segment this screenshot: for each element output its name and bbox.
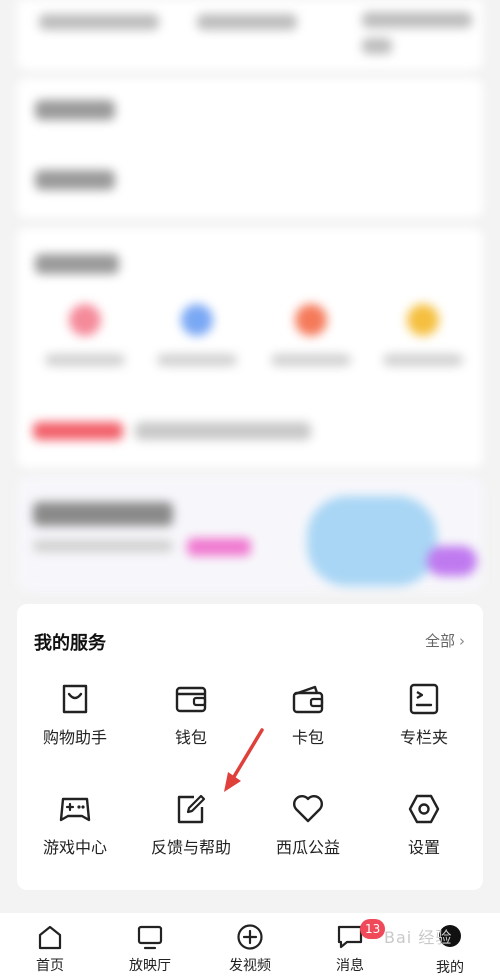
promo-banner <box>17 476 483 592</box>
services-grid: 购物助手 钱包 卡包 专栏夹 游戏中心 反馈与帮助 西瓜公益 设置 <box>17 682 483 892</box>
nav-label: 首页 <box>36 958 64 974</box>
tv-icon <box>137 925 163 950</box>
home-icon <box>38 925 62 950</box>
service-label: 反馈与帮助 <box>150 838 231 857</box>
card-holder-icon <box>292 685 324 714</box>
my-services-card: 我的服务 全部 › 购物助手 钱包 卡包 专栏夹 游戏中心 反馈与帮助 西瓜公益… <box>17 604 483 890</box>
nav-cinema[interactable]: 放映厅 <box>100 913 200 979</box>
menu-rows-card <box>17 78 483 218</box>
wallet-icon <box>175 686 207 713</box>
message-count-badge: 13 <box>360 919 386 939</box>
service-label: 设置 <box>407 838 440 857</box>
service-label: 西瓜公益 <box>275 838 340 857</box>
creator-card <box>17 228 483 468</box>
gamepad-icon <box>59 797 91 822</box>
settings-hexagon-icon <box>408 794 440 824</box>
service-label: 钱包 <box>174 728 207 747</box>
nav-label: 我的 <box>436 960 464 976</box>
service-label: 专栏夹 <box>399 728 448 747</box>
chevron-right-icon: › <box>459 632 465 650</box>
feedback-edit-icon <box>177 794 206 824</box>
services-all-label: 全部 <box>424 632 455 650</box>
stats-card <box>17 0 483 70</box>
nav-post-video[interactable]: 发视频 <box>200 913 300 979</box>
nav-label: 消息 <box>336 958 364 974</box>
shopping-bag-icon <box>62 684 88 714</box>
service-wallet[interactable]: 钱包 <box>133 682 249 748</box>
heart-icon <box>293 795 323 823</box>
service-card-holder[interactable]: 卡包 <box>250 682 366 748</box>
column-folder-icon <box>409 683 439 715</box>
service-settings[interactable]: 设置 <box>366 792 482 858</box>
service-column-folder[interactable]: 专栏夹 <box>366 682 482 748</box>
nav-label: 发视频 <box>229 958 271 974</box>
services-title: 我的服务 <box>34 633 106 654</box>
add-circle-icon <box>237 924 263 950</box>
service-label: 游戏中心 <box>42 838 107 857</box>
service-label: 购物助手 <box>42 728 107 747</box>
nav-label: 放映厅 <box>129 958 171 974</box>
service-label: 卡包 <box>291 728 324 747</box>
service-shopping-assistant[interactable]: 购物助手 <box>17 682 133 748</box>
service-charity[interactable]: 西瓜公益 <box>250 792 366 858</box>
nav-home[interactable]: 首页 <box>0 913 100 979</box>
watermark: Bai 经验 <box>384 928 453 947</box>
services-all-link[interactable]: 全部 › <box>425 630 465 651</box>
service-feedback-help[interactable]: 反馈与帮助 <box>133 792 249 858</box>
service-game-center[interactable]: 游戏中心 <box>17 792 133 858</box>
